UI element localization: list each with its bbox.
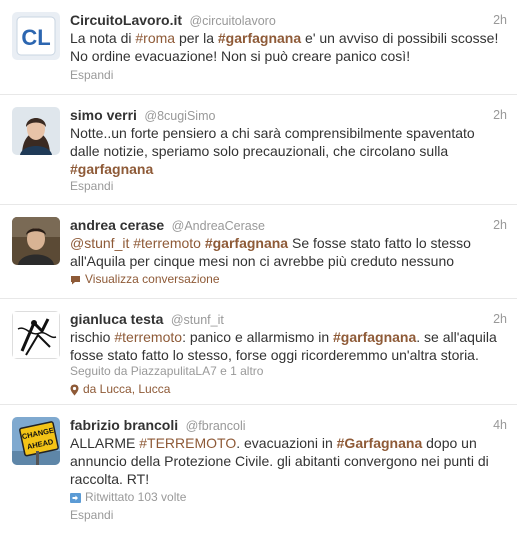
user-handle[interactable]: @stunf_it: [171, 313, 224, 327]
user-name[interactable]: simo verri: [70, 107, 137, 123]
tweet-timestamp[interactable]: 4h: [493, 415, 507, 435]
mention-link[interactable]: @stunf_it: [70, 235, 129, 251]
hashtag-link[interactable]: #garfagnana: [205, 235, 288, 251]
tweet-text: La nota di #roma per la #garfagnana e' u…: [70, 29, 502, 65]
tweet-timestamp[interactable]: 2h: [493, 105, 507, 125]
hashtag-link[interactable]: #roma: [135, 30, 175, 46]
view-conversation-link[interactable]: Visualizza conversazione: [70, 271, 220, 287]
user-handle[interactable]: @AndreaCerase: [172, 219, 265, 233]
tweet-text: Notte..un forte pensiero a chi sarà comp…: [70, 124, 502, 178]
text-segment: rischio: [70, 329, 115, 345]
tweet-text: ALLARME #TERREMOTO. evacuazioni in #Garf…: [70, 434, 502, 488]
text-segment: La nota di: [70, 30, 136, 46]
avatar-simo-verri[interactable]: [12, 107, 60, 155]
location-link[interactable]: da Lucca, Lucca: [70, 381, 170, 397]
followed-by-link[interactable]: Seguito da PiazzapulitaLA7 e 1 altro: [70, 363, 263, 379]
map-pin-icon: [70, 384, 79, 396]
avatar-fabrizio-brancoli[interactable]: CHANGE AHEAD: [12, 417, 60, 465]
retweet-icon: [70, 492, 81, 503]
tweet-text: rischio #terremoto: panico e allarmismo …: [70, 328, 502, 364]
hashtag-link[interactable]: #garfagnana: [70, 161, 153, 177]
hashtag-link[interactable]: #terremoto: [133, 235, 201, 251]
avatar-gianluca-testa[interactable]: [12, 311, 60, 359]
hashtag-link[interactable]: #garfagnana: [333, 329, 416, 345]
text-segment: . evacuazioni in: [236, 435, 337, 451]
user-handle[interactable]: @fbrancoli: [186, 419, 246, 433]
speech-bubble-icon: [71, 275, 80, 285]
tweet-timestamp[interactable]: 2h: [493, 215, 507, 235]
expand-link[interactable]: Espandi: [70, 178, 113, 194]
tweet-item[interactable]: simo verri @8cugiSimo 2h Notte..un forte…: [0, 95, 517, 205]
retweet-count-label: Ritwittato 103 volte: [85, 490, 187, 504]
tweet-item[interactable]: CHANGE AHEAD fabrizio brancoli @fbrancol…: [0, 405, 517, 535]
tweet-timestamp[interactable]: 2h: [493, 10, 507, 30]
user-handle[interactable]: @circuitolavoro: [189, 14, 275, 28]
user-name[interactable]: fabrizio brancoli: [70, 417, 178, 433]
svg-text:CL: CL: [21, 25, 50, 50]
tweet-item[interactable]: CL CircuitoLavoro.it @circuitolavoro 2h …: [0, 0, 517, 95]
retweet-count[interactable]: Ritwittato 103 volte: [70, 489, 186, 505]
text-segment: : panico e allarmismo in: [182, 329, 334, 345]
user-name[interactable]: CircuitoLavoro.it: [70, 12, 182, 28]
tweet-item[interactable]: gianluca testa @stunf_it 2h rischio #ter…: [0, 299, 517, 405]
user-handle[interactable]: @8cugiSimo: [144, 109, 215, 123]
hashtag-link[interactable]: #terremoto: [114, 329, 182, 345]
user-name[interactable]: andrea cerase: [70, 217, 164, 233]
hashtag-link[interactable]: #Garfagnana: [337, 435, 423, 451]
hashtag-link[interactable]: #garfagnana: [218, 30, 301, 46]
tweet-timeline: CL CircuitoLavoro.it @circuitolavoro 2h …: [0, 0, 517, 535]
location-label: da Lucca, Lucca: [83, 382, 171, 396]
view-conversation-label: Visualizza conversazione: [85, 272, 220, 286]
text-segment: per la: [175, 30, 218, 46]
avatar-andrea-cerase[interactable]: [12, 217, 60, 265]
text-segment: ALLARME: [70, 435, 140, 451]
tweet-text: @stunf_it #terremoto #garfagnana Se foss…: [70, 234, 502, 270]
tweet-item[interactable]: andrea cerase @AndreaCerase 2h @stunf_it…: [0, 205, 517, 299]
expand-link[interactable]: Espandi: [70, 507, 113, 523]
user-name[interactable]: gianluca testa: [70, 311, 163, 327]
text-segment: Notte..un forte pensiero a chi sarà comp…: [70, 125, 475, 159]
avatar-circuitolavoro[interactable]: CL: [12, 12, 60, 60]
hashtag-link[interactable]: #TERREMOTO: [139, 435, 236, 451]
expand-link[interactable]: Espandi: [70, 67, 113, 83]
tweet-timestamp[interactable]: 2h: [493, 309, 507, 329]
